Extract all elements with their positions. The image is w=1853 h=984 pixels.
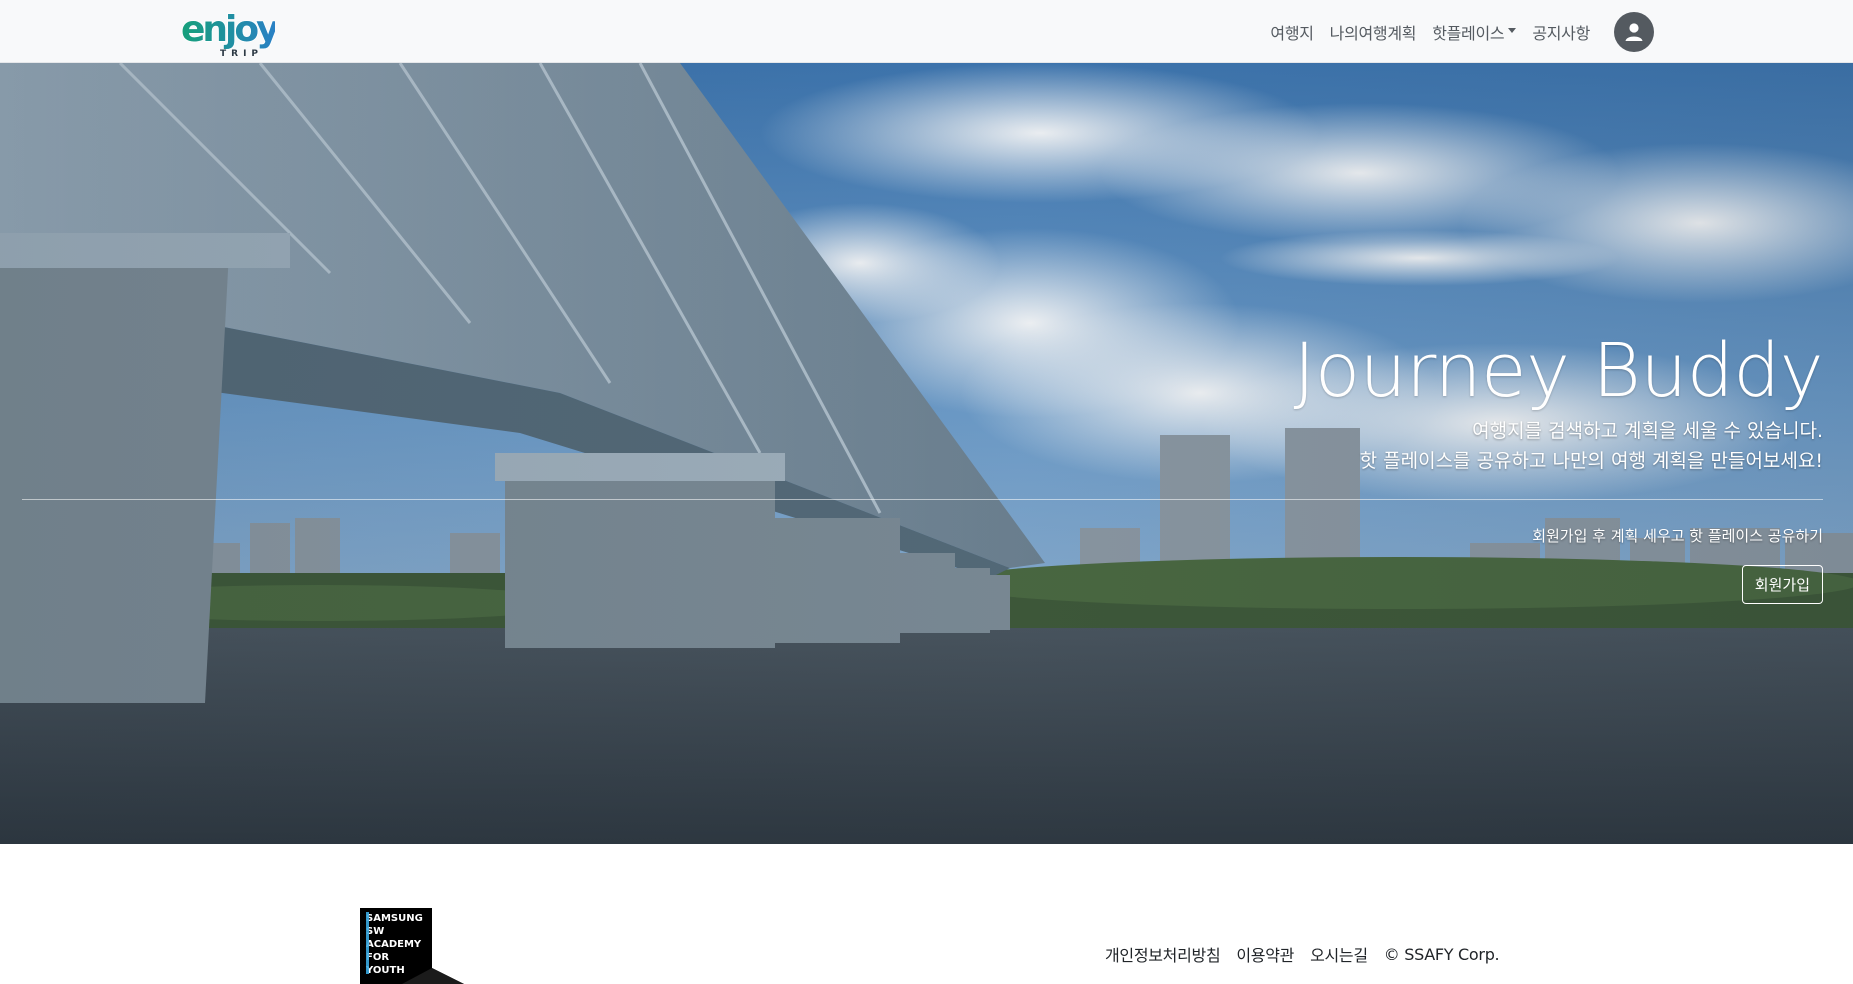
logo-subtext: TRIP [220, 49, 263, 59]
nav-item-hotplace-dropdown[interactable]: 핫플레이스 [1432, 20, 1517, 44]
footer-link-privacy[interactable]: 개인정보처리방침 [1105, 942, 1221, 966]
hero-lead-line2: 핫 플레이스를 공유하고 나만의 여행 계획을 만들어보세요! [1359, 450, 1823, 472]
footer-copyright: © SSAFY Corp. [1383, 944, 1500, 964]
ssafy-logo[interactable]: SAMSUNG SW ACADEMY FOR YOUTH [356, 908, 464, 984]
ssafy-logo-line1: SAMSUNG [366, 913, 423, 924]
caret-down-icon [1508, 28, 1517, 33]
footer-link-terms[interactable]: 이용약관 [1236, 942, 1294, 966]
hero-banner: Journey Buddy 여행지를 검색하고 계획을 세울 수 있습니다. 핫… [0, 63, 1853, 844]
hero-cta-text: 회원가입 후 계획 세우고 핫 플레이스 공유하기 [1532, 527, 1823, 545]
nav-item-destinations[interactable]: 여행지 [1270, 20, 1314, 44]
main-nav: 여행지 나의여행계획 핫플레이스 공지사항 [1270, 0, 1654, 63]
user-icon [1625, 22, 1643, 41]
nav-item-notice[interactable]: 공지사항 [1532, 20, 1590, 44]
ssafy-logo-line3: ACADEMY [366, 939, 422, 950]
profile-avatar-button[interactable] [1614, 11, 1654, 52]
hero-divider [22, 499, 1823, 500]
footer-links: 개인정보처리방침 이용약관 오시는길 © SSAFY Corp. [1105, 942, 1500, 966]
ssafy-logo-line4: FOR [366, 952, 389, 963]
page-footer: SAMSUNG SW ACADEMY FOR YOUTH 개인정보처리방침 이용… [0, 844, 1853, 984]
signup-button[interactable]: 회원가입 [1741, 565, 1823, 604]
enjoy-trip-logo[interactable]: enjoy TRIP [180, 3, 275, 59]
hero-title: Journey Buddy [1293, 328, 1824, 414]
hero-lead: 여행지를 검색하고 계획을 세울 수 있습니다. 핫 플레이스를 공유하고 나만… [1360, 416, 1823, 476]
ssafy-logo-line5: YOUTH [365, 965, 405, 976]
top-navbar: enjoy TRIP 여행지 나의여행계획 핫플레이스 공지사항 [0, 0, 1853, 63]
nav-item-my-plans[interactable]: 나의여행계획 [1330, 20, 1417, 44]
nav-item-hotplace-label: 핫플레이스 [1432, 23, 1505, 43]
footer-link-directions[interactable]: 오시는길 [1310, 942, 1368, 966]
hero-lead-line1: 여행지를 검색하고 계획을 세울 수 있습니다. [1472, 420, 1823, 442]
logo-wordmark: enjoy [181, 9, 275, 50]
